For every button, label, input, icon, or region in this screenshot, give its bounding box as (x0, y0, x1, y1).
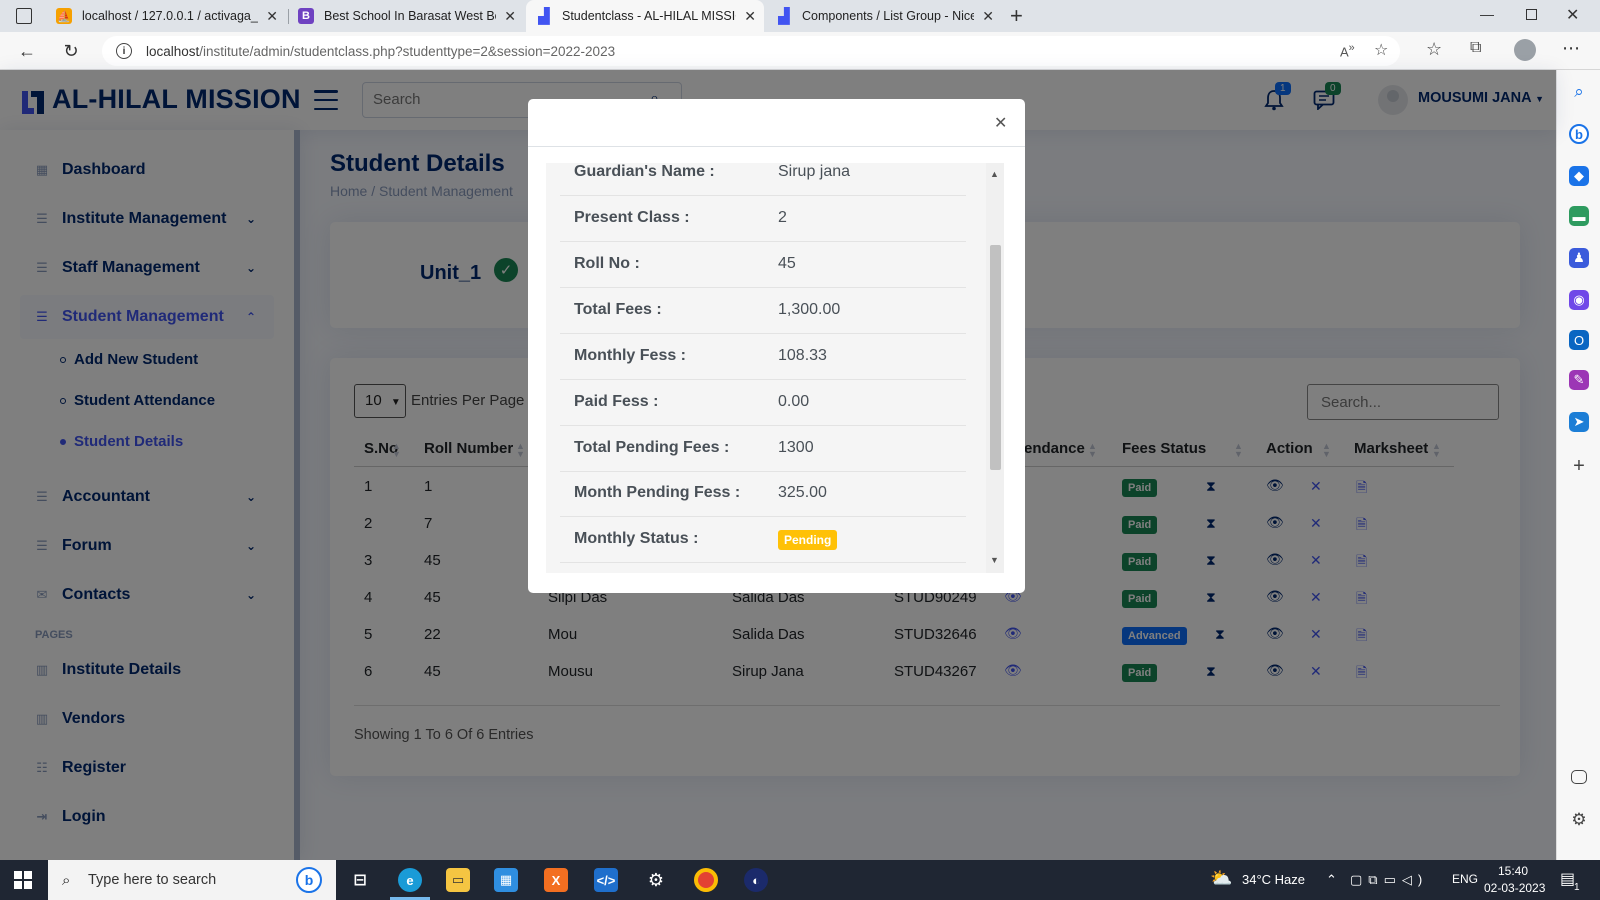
browser-tab-studentclass[interactable]: ▟ Studentclass - AL-HILAL MISSION ✕ (526, 0, 764, 32)
outlook-icon[interactable]: O (1569, 330, 1589, 350)
taskbar-search-input[interactable]: Type here to search (48, 860, 336, 900)
weather-icon[interactable]: ⛅ (1210, 868, 1232, 889)
tray-icons[interactable]: ▢⧉▭◁) (1350, 872, 1428, 888)
close-tab-icon[interactable]: ✕ (266, 8, 278, 25)
detail-row-month-pending-fees: Month Pending Fess : 325.00 (560, 471, 966, 517)
detail-row-total-pending-fees: Total Pending Fees : 1300 (560, 426, 966, 472)
read-aloud-icon[interactable]: A» (1340, 42, 1355, 59)
bing-icon[interactable]: b (296, 867, 322, 893)
file-explorer-icon[interactable]: ▭ (446, 868, 470, 892)
search-icon[interactable]: ⌕ (1569, 82, 1589, 102)
collections-icon[interactable]: ⧉ (1470, 39, 1481, 57)
send-icon[interactable]: ➤ (1569, 412, 1589, 432)
nice-admin-icon: ▟ (778, 8, 790, 25)
detail-row-guardian: Guardian's Name : Sirup jana (560, 163, 966, 196)
chevron-up-icon[interactable]: ⌃ (1326, 872, 1337, 888)
new-tab-button[interactable]: + (1010, 3, 1023, 29)
close-icon[interactable]: ✕ (994, 113, 1007, 133)
windows-start-icon[interactable] (14, 871, 32, 889)
favorites-icon[interactable]: ☆ (1426, 39, 1442, 60)
nice-admin-icon: ▟ (538, 8, 550, 25)
close-tab-icon[interactable]: ✕ (504, 8, 516, 25)
bootstrap-icon: B (298, 8, 314, 24)
phpmyadmin-icon: ⛵ (56, 8, 72, 24)
clock-time[interactable]: 15:40 (1498, 864, 1528, 878)
minimize-button[interactable]: — (1480, 6, 1494, 22)
url-path: /institute/admin/studentclass.php?studen… (199, 43, 616, 59)
settings-icon[interactable]: ⚙ (644, 868, 668, 892)
games-icon[interactable]: ♟ (1569, 248, 1589, 268)
site-info-icon[interactable]: i (116, 43, 132, 59)
office-icon[interactable]: ◉ (1569, 290, 1589, 310)
edge-sidebar: ⌕ b ◆ ▬ ♟ ◉ O ✎ ➤ + ⚙ (1556, 70, 1600, 860)
weather-text[interactable]: 34°C Haze (1242, 872, 1305, 887)
scroll-down-icon[interactable]: ▼ (990, 555, 999, 565)
sidebar-toggle-icon[interactable] (1571, 770, 1587, 784)
browser-address-bar: ← ↻ i localhost /institute/admin/student… (0, 32, 1600, 70)
bing-icon[interactable]: b (1569, 124, 1589, 144)
detail-row-present-class: Present Class : 2 (560, 196, 966, 242)
status-badge: Pending (778, 530, 838, 550)
add-icon[interactable]: + (1569, 455, 1589, 477)
maximize-button[interactable] (1526, 9, 1537, 20)
search-icon: ⌕ (62, 872, 71, 889)
more-options-icon[interactable]: ⋯ (1562, 38, 1580, 59)
back-button[interactable]: ← (14, 39, 40, 63)
settings-icon[interactable]: ⚙ (1569, 810, 1589, 830)
tools-icon[interactable]: ▬ (1569, 206, 1589, 226)
tab-actions-icon[interactable] (16, 8, 32, 24)
browser-tab-school[interactable]: B Best School In Barasat West Beng ✕ (288, 0, 524, 32)
url-field[interactable]: i localhost /institute/admin/studentclas… (102, 36, 1400, 66)
scroll-up-icon[interactable]: ▲ (990, 169, 999, 179)
modal-scrollbar-thumb[interactable] (990, 245, 1001, 470)
add-favorite-icon[interactable]: ☆ (1374, 40, 1388, 60)
store-icon[interactable]: ▦ (494, 868, 518, 892)
detail-row-total-fees: Total Fees : 1,300.00 (560, 288, 966, 334)
close-window-button[interactable]: ✕ (1566, 5, 1579, 25)
browser-tab-bar: ⛵ localhost / 127.0.0.1 / activaga_a ✕ B… (0, 0, 1600, 32)
close-tab-icon[interactable]: ✕ (982, 8, 994, 25)
browser-tab-components[interactable]: ▟ Components / List Group - NiceA ✕ (766, 0, 1002, 32)
windows-taskbar: Type here to search ⌕ b ⊟ e ▭ ▦ X </> ⚙ … (0, 860, 1600, 900)
language-indicator[interactable]: ENG (1452, 872, 1478, 886)
profile-avatar-icon[interactable] (1514, 39, 1536, 61)
vscode-icon[interactable]: </> (594, 868, 618, 892)
close-tab-icon[interactable]: ✕ (744, 8, 756, 25)
student-detail-modal: ✕ Guardian's Name : Sirup jana Present C… (528, 99, 1025, 593)
notification-count: 1 (1574, 882, 1580, 893)
modal-header-divider (528, 146, 1025, 147)
app-icon[interactable]: ◐ (744, 868, 768, 892)
clock-date[interactable]: 02-03-2023 (1484, 881, 1545, 895)
modal-body: Guardian's Name : Sirup jana Present Cla… (546, 163, 1004, 573)
chrome-icon[interactable] (694, 868, 718, 892)
notification-center-icon[interactable]: ▤ (1560, 869, 1575, 889)
task-view-icon[interactable]: ⊟ (348, 868, 372, 892)
reload-button[interactable]: ↻ (58, 39, 84, 63)
detail-row-monthly-fees: Monthly Fess : 108.33 (560, 334, 966, 380)
browser-tab-phpmyadmin[interactable]: ⛵ localhost / 127.0.0.1 / activaga_a ✕ (46, 0, 286, 32)
detail-row-paid-fees: Paid Fess : 0.00 (560, 380, 966, 426)
xampp-icon[interactable]: X (544, 868, 568, 892)
edge-browser-icon[interactable]: e (398, 868, 422, 892)
detail-row-roll-no: Roll No : 45 (560, 242, 966, 288)
shopping-tag-icon[interactable]: ◆ (1569, 166, 1589, 186)
detail-row-monthly-status: Monthly Status : Pending (560, 517, 966, 563)
designer-icon[interactable]: ✎ (1569, 370, 1589, 390)
url-host: localhost (146, 43, 200, 59)
